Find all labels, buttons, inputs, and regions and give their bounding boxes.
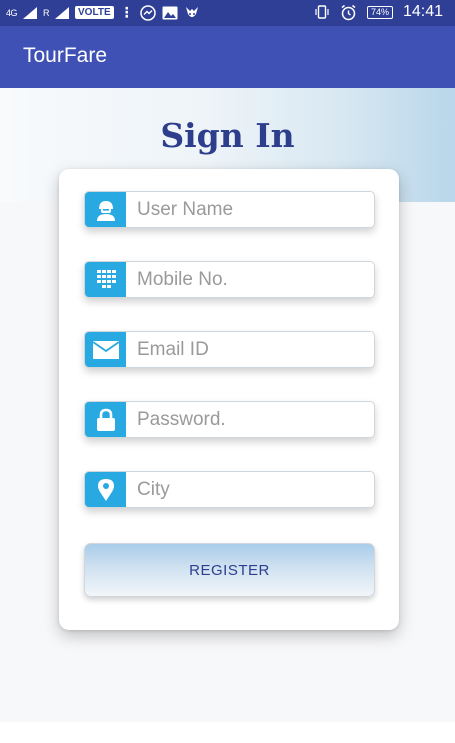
signal-icon <box>23 6 38 19</box>
network-type: 4G <box>6 7 18 18</box>
page-title: Sign In <box>160 116 295 155</box>
messenger-icon <box>139 4 156 21</box>
email-input[interactable] <box>126 332 372 367</box>
signal-icon-secondary <box>55 6 70 19</box>
app-bar: TourFare <box>0 26 455 88</box>
mobile-number-field[interactable] <box>84 261 375 298</box>
mobile-number-input[interactable] <box>126 262 372 297</box>
user-name-input[interactable] <box>126 192 372 227</box>
envelope-icon <box>85 332 126 367</box>
user-icon <box>85 192 126 227</box>
bottom-strip <box>0 722 455 743</box>
image-icon <box>162 6 178 19</box>
lock-icon <box>85 402 126 437</box>
registration-card: REGISTER <box>59 169 399 630</box>
app-notification-icon <box>185 6 198 17</box>
network-type-secondary: R <box>43 7 50 18</box>
location-pin-icon <box>85 472 126 507</box>
email-field[interactable] <box>84 331 375 368</box>
app-title: TourFare <box>23 44 108 67</box>
user-name-field[interactable] <box>84 191 375 228</box>
status-bar: 4G R VOLTE ⋮ 74% 14:41 <box>0 0 455 26</box>
password-input[interactable] <box>126 402 372 437</box>
register-button[interactable]: REGISTER <box>84 543 375 597</box>
vibrate-icon <box>315 5 329 19</box>
password-field[interactable] <box>84 401 375 438</box>
battery-level: 74% <box>366 5 393 19</box>
status-time: 14:41 <box>402 3 443 20</box>
city-field[interactable] <box>84 471 375 508</box>
more-icon: ⋮ <box>119 4 134 20</box>
dialpad-icon <box>85 262 126 297</box>
city-input[interactable] <box>126 472 372 507</box>
alarm-icon <box>341 4 356 20</box>
volte-badge: VOLTE <box>75 6 114 19</box>
